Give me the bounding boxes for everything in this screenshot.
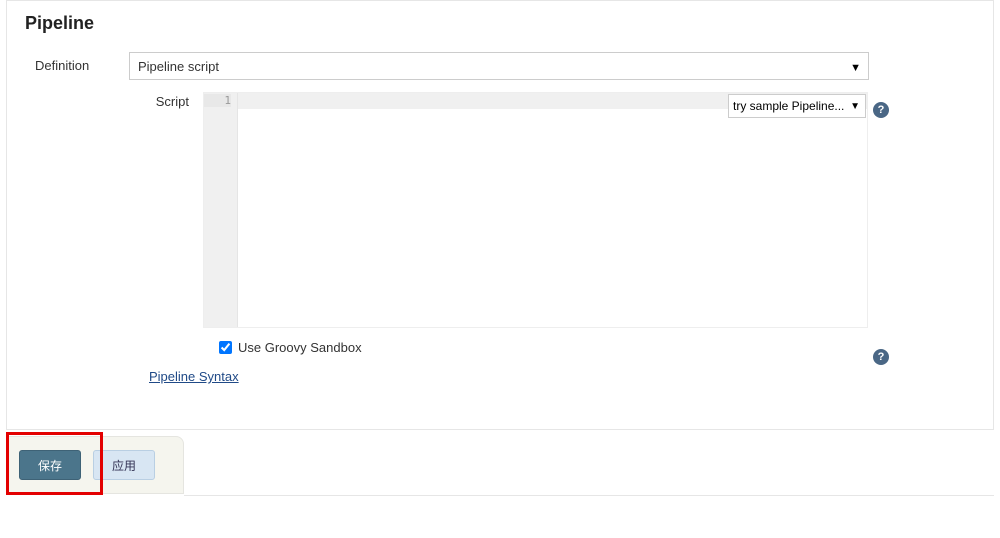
save-button[interactable]: 保存 [19, 450, 81, 480]
button-box: 保存 应用 [6, 436, 184, 494]
editor-code-area[interactable] [238, 93, 867, 327]
groovy-sandbox-label: Use Groovy Sandbox [238, 340, 362, 355]
pipeline-section: Pipeline Definition Pipeline script ▼ Sc… [6, 0, 994, 430]
groovy-sandbox-checkbox[interactable] [219, 341, 232, 354]
section-title: Pipeline [25, 1, 975, 52]
script-editor[interactable]: 1 [203, 92, 868, 328]
definition-row: Definition Pipeline script ▼ [25, 52, 975, 80]
help-icon[interactable]: ? [873, 348, 889, 365]
sample-select-wrap: try sample Pipeline... ▼ [728, 94, 866, 118]
sandbox-row: Use Groovy Sandbox [219, 340, 975, 355]
definition-select-wrap: Pipeline script ▼ [129, 52, 869, 80]
divider [184, 495, 994, 496]
sample-pipeline-select[interactable]: try sample Pipeline... [728, 94, 866, 118]
apply-button[interactable]: 应用 [93, 450, 155, 480]
editor-gutter: 1 [204, 93, 238, 327]
script-row: Script 1 try sample Pipeline... ▼ [25, 92, 975, 328]
script-editor-holder: 1 try sample Pipeline... ▼ [203, 92, 868, 328]
definition-select[interactable]: Pipeline script [129, 52, 869, 80]
divider [7, 429, 993, 430]
footer: 保存 应用 [6, 436, 994, 496]
gutter-line: 1 [204, 94, 231, 107]
pipeline-syntax-link[interactable]: Pipeline Syntax [149, 369, 239, 384]
help-icon[interactable]: ? [873, 101, 889, 118]
definition-label: Definition [25, 52, 129, 73]
script-label: Script [25, 92, 203, 109]
